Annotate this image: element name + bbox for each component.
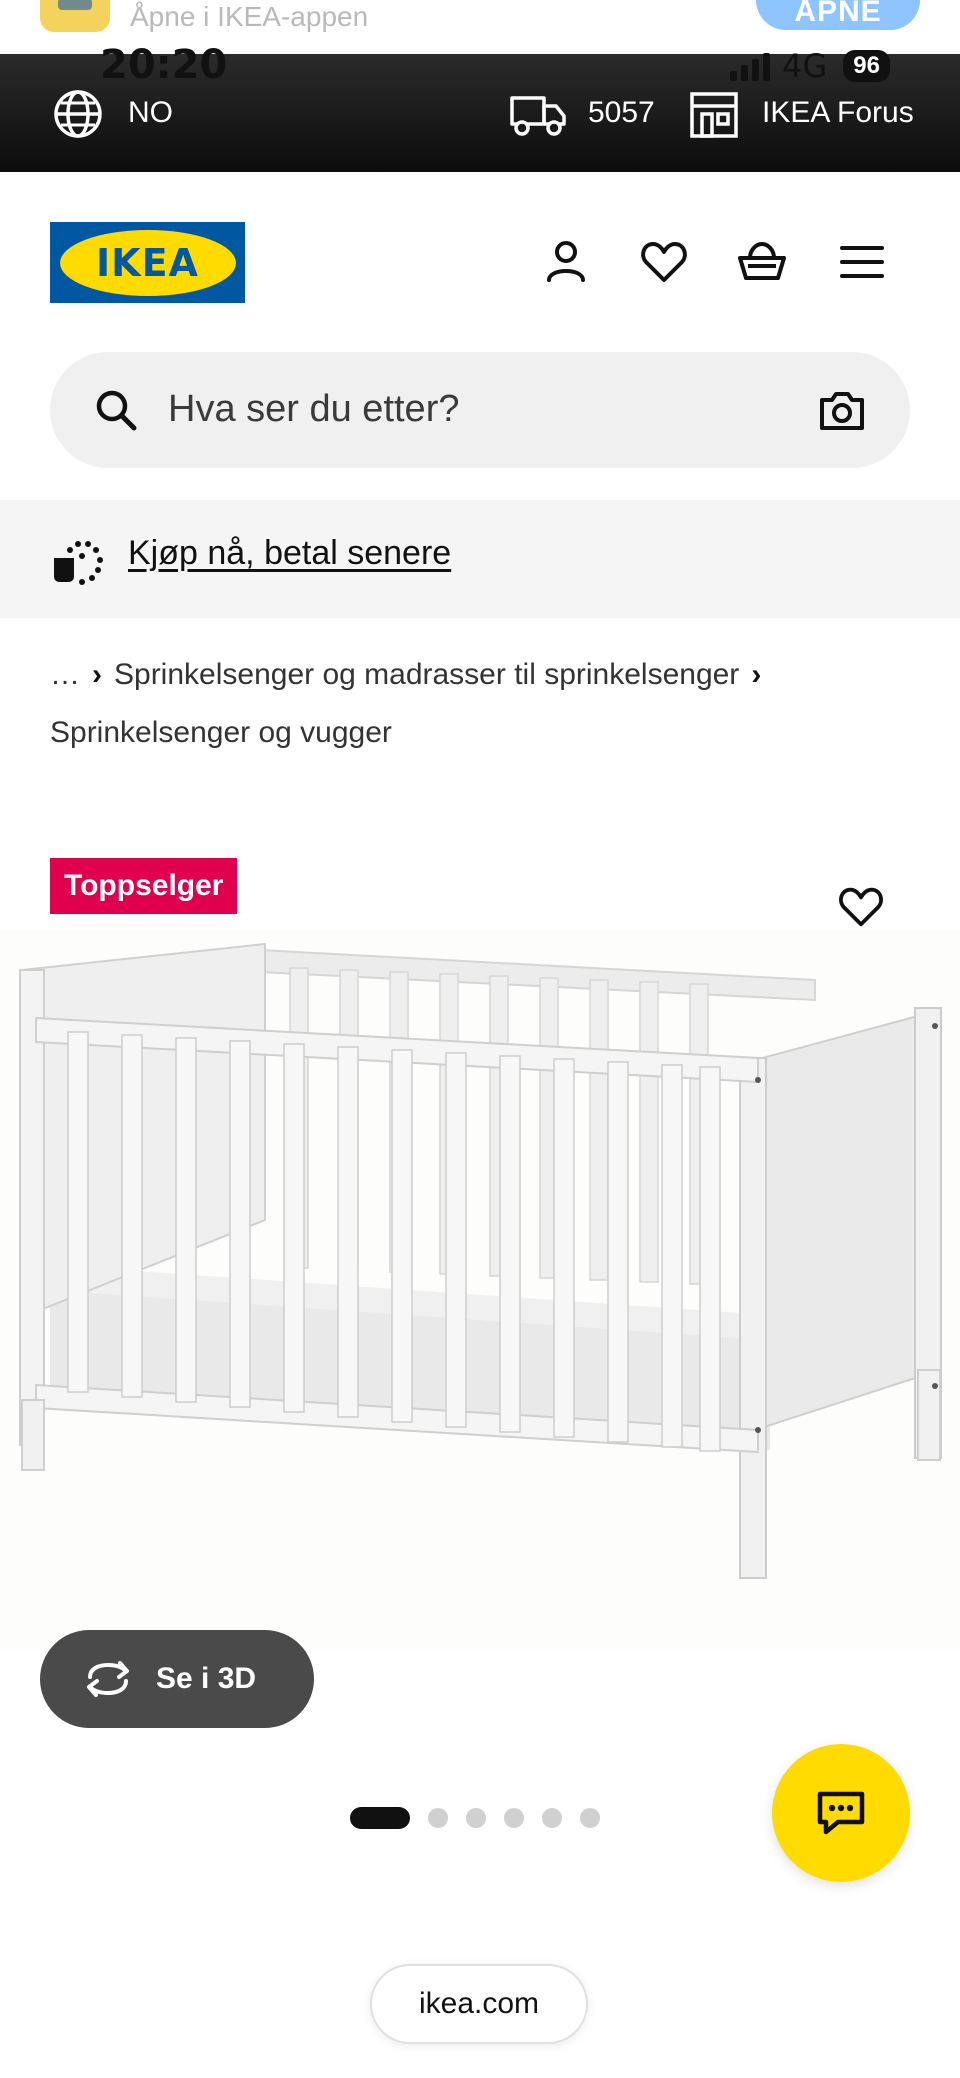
page: Åpne i IKEA-appen ÅPNE 20:20 4G 96 NO 50…	[0, 0, 960, 2078]
signal-icon	[730, 51, 771, 81]
search-input[interactable]: Hva ser du etter?	[168, 388, 459, 431]
truck-icon[interactable]	[508, 88, 568, 140]
postcode-selector[interactable]: 5057	[588, 96, 655, 130]
store-selector[interactable]: IKEA Forus	[762, 96, 914, 130]
rotate-3d-icon	[87, 1661, 129, 1697]
country-selector[interactable]: NO	[128, 96, 173, 130]
chat-icon	[817, 1791, 865, 1835]
store-icon[interactable]	[688, 88, 740, 140]
ikea-logo[interactable]: IKEA	[50, 222, 245, 303]
favorite-heart-icon[interactable]	[836, 882, 886, 932]
top-bar: 20:20 4G 96 NO 5057 IKEA Forus	[0, 42, 960, 172]
location-row: NO 5057 IKEA Forus	[0, 84, 960, 144]
app-banner-text[interactable]: Åpne i IKEA-appen	[130, 2, 368, 32]
carousel-dot[interactable]	[466, 1808, 486, 1828]
breadcrumb-ellipsis[interactable]: …	[50, 658, 80, 691]
payment-bag-icon	[50, 536, 104, 586]
logo-text: IKEA	[96, 240, 199, 285]
product-gallery: Toppselger Se i 3D	[0, 840, 960, 1740]
chevron-right-icon: ›	[92, 658, 102, 691]
basket-icon[interactable]	[736, 236, 788, 288]
network-type: 4G	[782, 47, 828, 85]
breadcrumb-item[interactable]: Sprinkelsenger og madrasser til sprinkel…	[114, 658, 739, 691]
status-time: 20:20	[100, 42, 228, 88]
carousel-dot-active[interactable]	[350, 1807, 410, 1829]
globe-icon[interactable]	[52, 88, 104, 140]
browser-url-bar[interactable]: ikea.com	[370, 1964, 588, 2044]
view-in-3d-button[interactable]: Se i 3D	[40, 1630, 314, 1728]
payment-promo: Kjøp nå, betal senere	[0, 500, 960, 618]
carousel-dot[interactable]	[542, 1808, 562, 1828]
product-image[interactable]	[0, 930, 960, 1650]
view-in-3d-label: Se i 3D	[156, 1662, 257, 1695]
search-icon[interactable]	[94, 388, 138, 432]
menu-icon[interactable]	[836, 236, 888, 288]
carousel-dot[interactable]	[580, 1808, 600, 1828]
status-indicators: 4G 96	[730, 46, 890, 86]
carousel-indicator[interactable]	[350, 1806, 600, 1830]
chat-button[interactable]	[772, 1744, 910, 1882]
profile-icon[interactable]	[540, 236, 592, 288]
top-seller-badge: Toppselger	[50, 858, 238, 914]
carousel-dot[interactable]	[428, 1808, 448, 1828]
chevron-right-icon: ›	[751, 658, 762, 691]
breadcrumb-current[interactable]: Sprinkelsenger og vugger	[50, 716, 392, 749]
site-header: IKEA	[0, 172, 960, 348]
buy-now-pay-later-link[interactable]: Kjøp nå, betal senere	[128, 534, 451, 573]
breadcrumb: … › Sprinkelsenger og madrasser til sprink…	[50, 646, 930, 762]
ikea-app-icon	[40, 0, 110, 32]
search-bar[interactable]: Hva ser du etter?	[50, 352, 910, 468]
battery-level: 96	[843, 50, 890, 82]
camera-icon[interactable]	[818, 386, 866, 434]
carousel-dot[interactable]	[504, 1808, 524, 1828]
heart-icon[interactable]	[638, 236, 690, 288]
open-app-button[interactable]: ÅPNE	[756, 0, 920, 30]
